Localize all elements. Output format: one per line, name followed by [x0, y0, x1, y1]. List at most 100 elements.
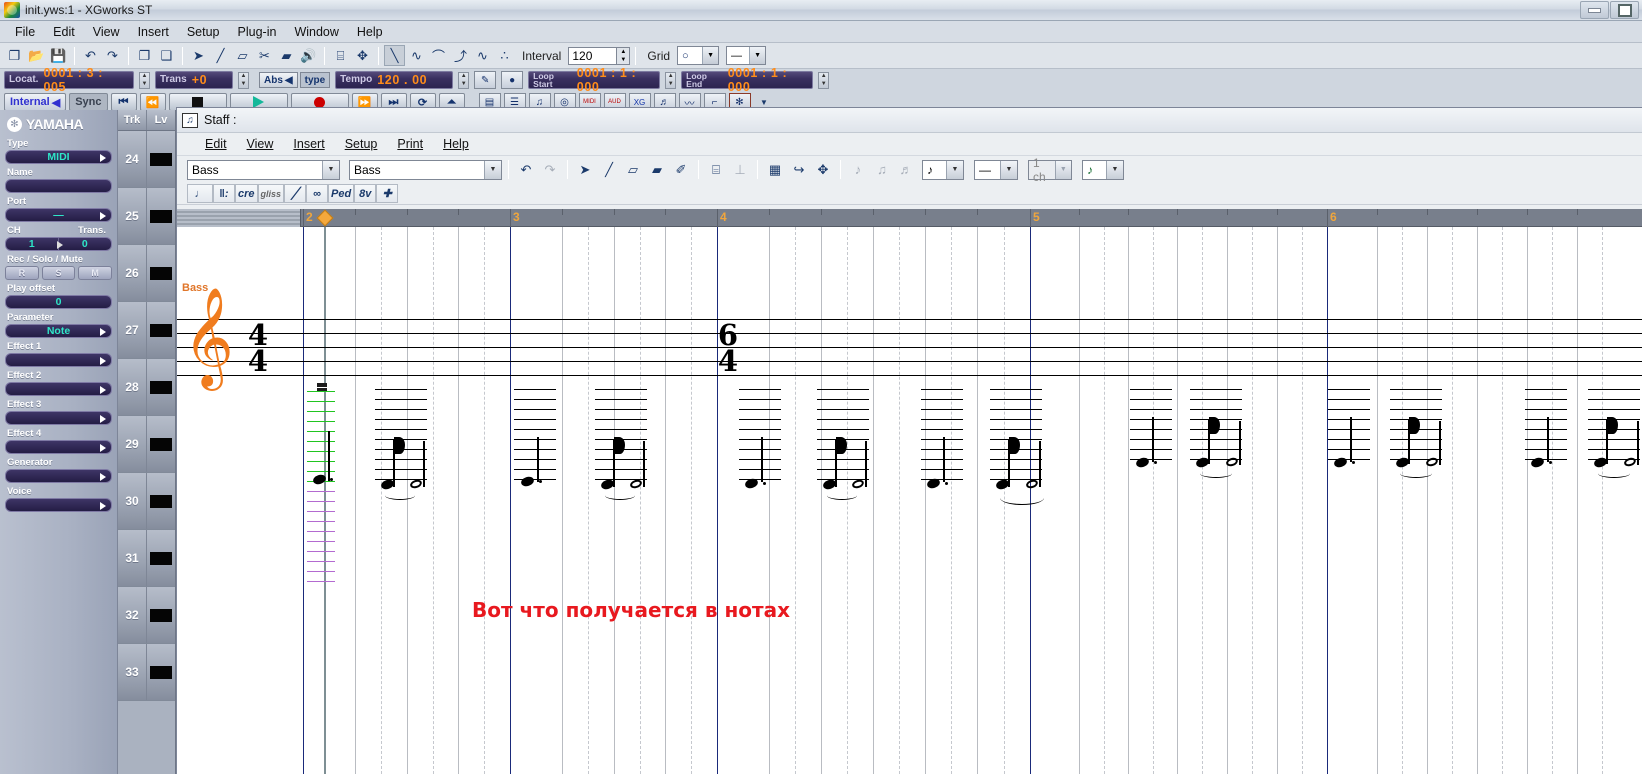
trans-value[interactable]: 0: [59, 238, 112, 250]
notehead[interactable]: [851, 478, 865, 490]
staff-menu-help[interactable]: Help: [433, 135, 479, 153]
slur-icon[interactable]: ♫: [871, 159, 893, 180]
tempo-display[interactable]: Tempo 120 . 00: [335, 71, 454, 89]
voice-select[interactable]: [5, 498, 112, 512]
table-row[interactable]: 27: [118, 302, 175, 359]
rec-button[interactable]: R: [5, 266, 39, 280]
loop-end-display[interactable]: Loop End 0001 : 1 : 000: [681, 66, 814, 94]
track-level[interactable]: [147, 188, 175, 244]
arc-icon[interactable]: ⌒: [428, 45, 449, 66]
voice-select[interactable]: ♪ ▼: [1082, 159, 1124, 180]
chevron-right-icon[interactable]: [100, 212, 106, 220]
speaker-tool-icon[interactable]: 🔊: [298, 45, 319, 66]
wave-icon[interactable]: ∿: [472, 45, 493, 66]
table-row[interactable]: 24: [118, 131, 175, 188]
port-select[interactable]: —: [5, 208, 112, 222]
part-select[interactable]: Bass ▼: [349, 159, 502, 180]
chevron-down-icon[interactable]: ▼: [1054, 160, 1071, 179]
random-dots-icon[interactable]: ∴: [494, 45, 515, 66]
play-offset-field[interactable]: 0: [5, 295, 112, 309]
menu-insert[interactable]: Insert: [129, 23, 178, 41]
table-row[interactable]: 25: [118, 188, 175, 245]
add-symbol-icon[interactable]: ✚: [376, 184, 399, 203]
table-row[interactable]: 30: [118, 473, 175, 530]
arrow-tool-icon[interactable]: ➤: [574, 159, 596, 180]
notehead[interactable]: [821, 478, 838, 491]
track-level[interactable]: [147, 473, 175, 529]
menu-plugin[interactable]: Plug-in: [229, 23, 286, 41]
chevron-right-icon[interactable]: [100, 154, 106, 162]
type-button[interactable]: type: [299, 72, 331, 88]
track-select[interactable]: Bass ▼: [187, 159, 340, 180]
notehead[interactable]: [409, 478, 423, 490]
table-row[interactable]: 31: [118, 530, 175, 587]
track-level[interactable]: [147, 587, 175, 643]
transpose-spin[interactable]: ▲ ▼: [238, 71, 249, 89]
menu-help[interactable]: Help: [348, 23, 392, 41]
glue-tool-icon[interactable]: ▰: [646, 159, 668, 180]
track-level[interactable]: [147, 245, 175, 301]
type-select[interactable]: MIDI: [5, 150, 112, 164]
table-row[interactable]: 28: [118, 359, 175, 416]
eraser-tool-icon[interactable]: ▱: [232, 45, 253, 66]
staff-view-icon[interactable]: ⌸: [705, 159, 727, 180]
chevron-down-icon[interactable]: ▼: [702, 47, 719, 64]
staff-menu-setup[interactable]: Setup: [335, 135, 388, 153]
parameter-select[interactable]: Note: [5, 324, 112, 338]
loop-start-spin[interactable]: ▲ ▼: [665, 71, 677, 89]
pencil-tool-icon[interactable]: ╱: [598, 159, 620, 180]
paintbrush-tool-icon[interactable]: ✐: [670, 159, 692, 180]
chevron-down-icon[interactable]: ▼: [322, 160, 339, 179]
score-canvas[interactable]: 2 3 4 5 6 Bass 𝄞 4 4 6 4 Вот что получае…: [177, 209, 1642, 774]
chevron-down-icon[interactable]: ▼: [946, 160, 963, 179]
channel-select[interactable]: 1 ch ▼: [1028, 156, 1072, 184]
duration-select[interactable]: — ▼: [974, 159, 1018, 180]
solo-button[interactable]: S: [41, 266, 76, 280]
loop-end-spin[interactable]: ▲ ▼: [818, 71, 830, 89]
notehead[interactable]: [519, 475, 536, 488]
track-level[interactable]: [147, 359, 175, 415]
chevron-down-icon[interactable]: ▼: [1000, 160, 1017, 179]
locate-display[interactable]: Locat. 0001 : 3 : 005: [4, 66, 134, 94]
redo-icon[interactable]: ↷: [102, 45, 123, 66]
chevron-right-icon[interactable]: [100, 328, 106, 336]
notehead[interactable]: [379, 478, 396, 491]
measure-ruler[interactable]: 2 3 4 5 6: [177, 209, 1642, 245]
track-level[interactable]: [147, 131, 175, 187]
notehead[interactable]: [599, 478, 616, 491]
generator-select[interactable]: [5, 469, 112, 483]
locate-spin[interactable]: ▲ ▼: [139, 71, 150, 89]
table-row[interactable]: 26: [118, 245, 175, 302]
chevron-right-icon[interactable]: [56, 241, 63, 249]
flip-icon[interactable]: ↪: [788, 159, 810, 180]
track-level[interactable]: [147, 530, 175, 586]
move-icon[interactable]: ✥: [352, 45, 373, 66]
abs-button[interactable]: Abs ◀: [259, 72, 298, 88]
track-level[interactable]: [147, 416, 175, 472]
octave-icon[interactable]: 8v: [354, 184, 377, 203]
chevron-down-icon[interactable]: ▼: [1106, 160, 1123, 179]
menu-edit[interactable]: Edit: [44, 23, 84, 41]
interval-input[interactable]: 120: [568, 46, 617, 65]
menu-window[interactable]: Window: [285, 23, 347, 41]
properties-icon[interactable]: ▦: [764, 159, 786, 180]
grid-select[interactable]: ○ ▼: [677, 46, 720, 65]
staff-menu-insert[interactable]: Insert: [283, 135, 334, 153]
line-curve-icon[interactable]: ╲: [384, 45, 405, 66]
crescendo-icon[interactable]: cre: [235, 184, 258, 203]
menu-setup[interactable]: Setup: [178, 23, 229, 41]
effect3-select[interactable]: [5, 411, 112, 425]
sync-button[interactable]: Sync: [69, 93, 108, 111]
playhead-marker[interactable]: [316, 209, 334, 227]
minimize-button[interactable]: [1580, 1, 1609, 19]
quantize-select[interactable]: ♪ ▼: [922, 159, 964, 180]
align-down-icon[interactable]: ⊥: [729, 159, 751, 180]
track-level[interactable]: [147, 302, 175, 358]
menu-file[interactable]: File: [6, 23, 44, 41]
glissando-icon[interactable]: gliss: [257, 184, 285, 203]
staff-menu-edit[interactable]: Edit: [195, 135, 237, 153]
table-row[interactable]: 29: [118, 416, 175, 473]
chevron-down-icon[interactable]: ▼: [749, 47, 766, 64]
chevron-right-icon[interactable]: [100, 357, 106, 365]
transpose-display[interactable]: Trans +0: [155, 71, 233, 89]
